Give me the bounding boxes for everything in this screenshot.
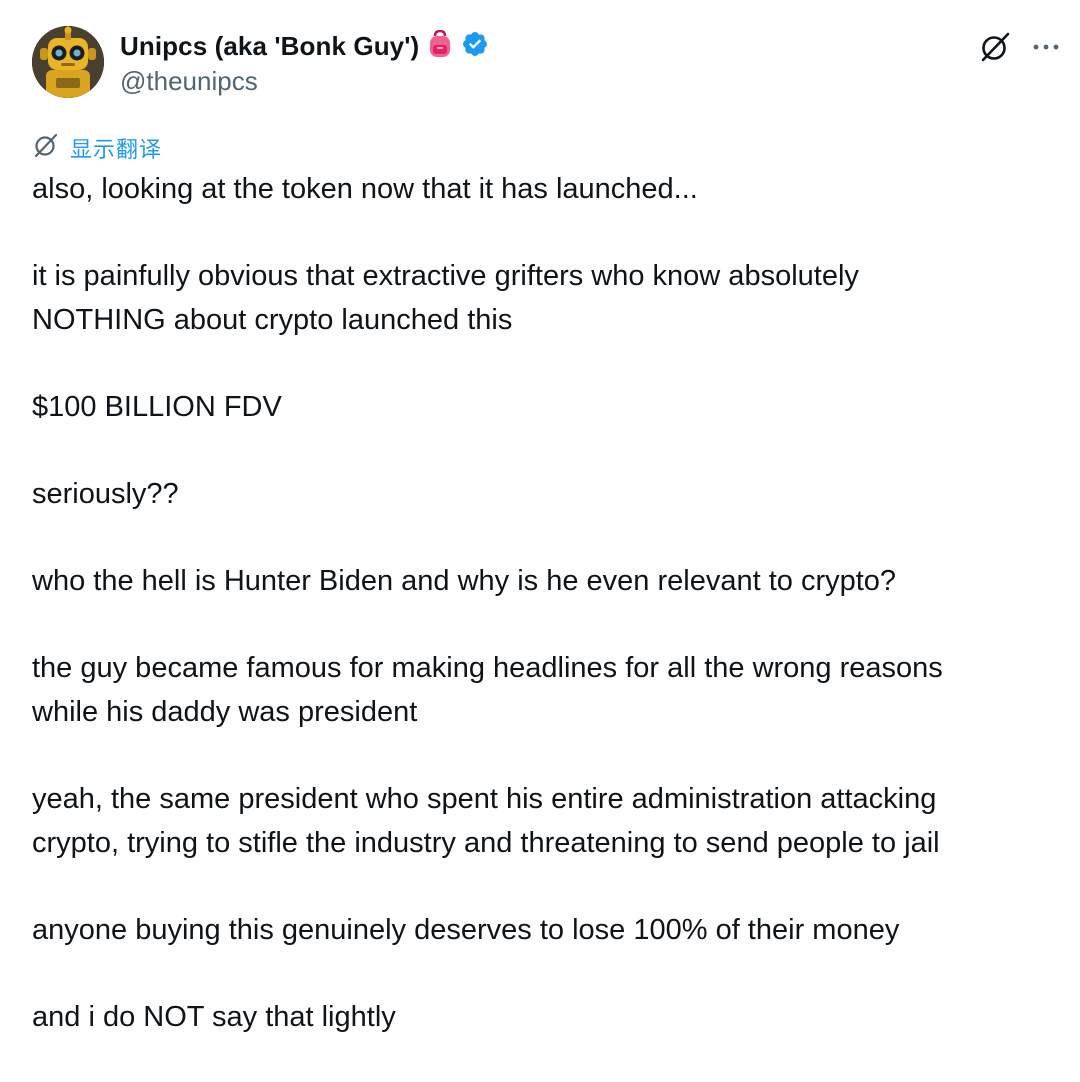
tweet-paragraph: and i do NOT say that lightly [32, 995, 1072, 1039]
display-name[interactable]: Unipcs (aka 'Bonk Guy') [120, 31, 419, 62]
robot-avatar-icon [32, 26, 104, 98]
tweet-top-actions [978, 30, 1060, 64]
avatar[interactable] [32, 26, 104, 98]
tweet-line: NOTHING about crypto launched this [32, 304, 513, 336]
more-options-icon[interactable] [1032, 42, 1060, 52]
tweet-header: Unipcs (aka 'Bonk Guy') @theunipcs [32, 26, 1060, 102]
tweet-line: yeah, the same president who spent his e… [32, 783, 937, 815]
display-name-row[interactable]: Unipcs (aka 'Bonk Guy') [120, 29, 489, 63]
show-translation-button[interactable]: 显示翻译 [32, 131, 162, 164]
tweet-line: seriously?? [32, 478, 179, 510]
tweet-paragraph: the guy became famous for making headlin… [32, 646, 1072, 734]
tweet-line: crypto, trying to stifle the industry an… [32, 827, 940, 859]
verified-badge-icon[interactable] [461, 30, 489, 63]
author-handle[interactable]: @theunipcs [120, 66, 258, 97]
tweet-line: also, looking at the token now that it h… [32, 173, 698, 205]
tweet-line: who the hell is Hunter Biden and why is … [32, 565, 897, 597]
tweet-paragraph: anyone buying this genuinely deserves to… [32, 908, 1072, 952]
tweet-line: it is painfully obvious that extractive … [32, 260, 859, 292]
tweet-paragraph: yeah, the same president who spent his e… [32, 777, 1072, 865]
show-translation-label[interactable]: 显示翻译 [70, 132, 162, 164]
tweet-paragraph: it is painfully obvious that extractive … [32, 254, 1072, 342]
pink-backpack-emoji-icon [427, 29, 453, 63]
tweet-paragraph: seriously?? [32, 472, 1072, 516]
tweet-paragraph: who the hell is Hunter Biden and why is … [32, 559, 1072, 603]
tweet-line: and i do NOT say that lightly [32, 1001, 396, 1033]
tweet-text: also, looking at the token now that it h… [32, 167, 1072, 1082]
tweet-line: the guy became famous for making headlin… [32, 652, 943, 684]
grok-icon[interactable] [978, 30, 1012, 64]
translate-icon [32, 131, 60, 164]
tweet-line: anyone buying this genuinely deserves to… [32, 914, 900, 946]
tweet-line: while his daddy was president [32, 696, 418, 728]
tweet-line: $100 BILLION FDV [32, 391, 282, 423]
tweet-paragraph: $100 BILLION FDV [32, 385, 1072, 429]
tweet-paragraph: also, looking at the token now that it h… [32, 167, 1072, 211]
